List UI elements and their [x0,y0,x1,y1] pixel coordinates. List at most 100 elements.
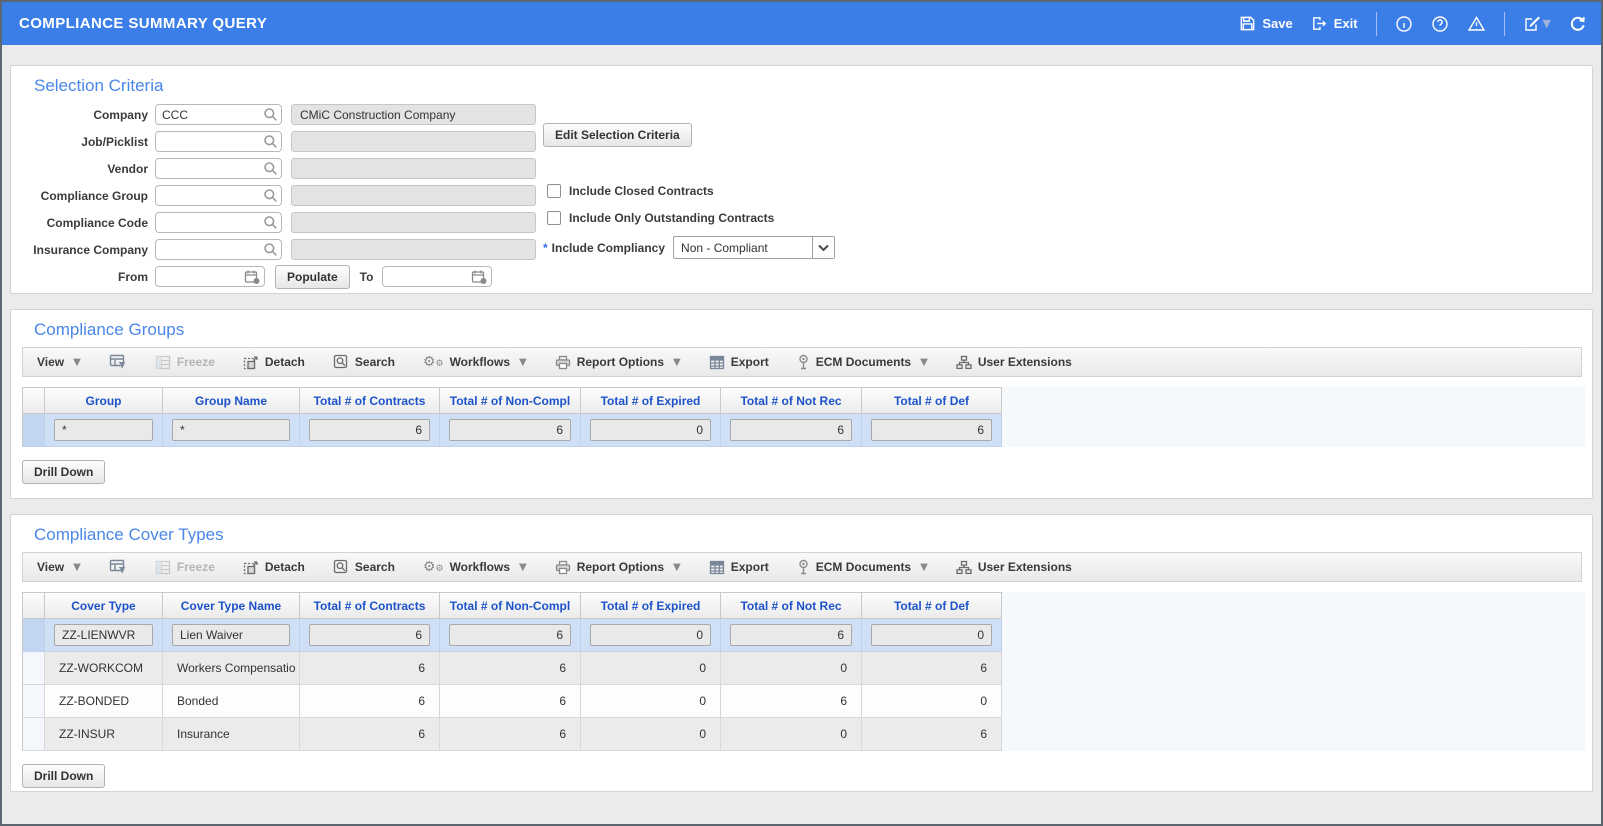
cell-field[interactable]: 6 [730,624,852,646]
query-by-example-button[interactable] [109,354,127,370]
cell-field[interactable]: 6 [871,419,992,441]
export-button[interactable]: Export [709,560,769,575]
table-cell: * [45,414,163,446]
search-icon[interactable] [263,107,278,122]
row-selector-cell[interactable] [23,718,45,750]
detach-button[interactable]: Detach [243,560,305,575]
row-selector-cell[interactable] [23,685,45,717]
table-cell: 6 [862,652,1002,684]
include-closed-contracts-checkbox[interactable] [547,184,561,198]
include-only-outstanding-contracts-checkbox[interactable] [547,211,561,225]
query-by-example-button[interactable] [109,559,127,575]
table-row[interactable]: ZZ-BONDED Bonded 6 6 0 6 0 [23,685,1002,718]
search-button[interactable]: Search [333,354,395,370]
table-cell: 0 [581,685,721,717]
table-header-row: Group Group Name Total # of Contracts Total… [23,387,1002,414]
cell-field[interactable]: 0 [590,419,711,441]
warning-icon[interactable] [1467,15,1486,33]
populate-button[interactable]: Populate [275,264,350,289]
ecm-documents-menu[interactable]: ECM Documents ▼ [797,354,928,370]
cell-field[interactable]: 6 [449,419,571,441]
cell-field[interactable]: 6 [730,419,852,441]
help-icon[interactable] [1431,15,1449,33]
export-button[interactable]: Export [709,355,769,370]
cell-field[interactable]: 0 [871,624,992,646]
column-header[interactable]: Total # of Contracts [300,387,440,414]
cell-field[interactable]: 6 [449,624,571,646]
groups-drill-down-button[interactable]: Drill Down [22,460,106,484]
row-selector-cell[interactable] [23,652,45,684]
readonly-description-field [291,239,536,260]
column-header[interactable]: Total # of Expired [581,592,721,619]
chevron-down-icon: ▼ [73,561,81,573]
refresh-icon[interactable] [1569,15,1587,33]
edit-menu-button[interactable]: ▼ [1523,15,1551,33]
column-header[interactable]: Group [45,387,163,414]
cell-field[interactable]: 6 [309,624,430,646]
report-options-menu[interactable]: Report Options ▼ [555,560,681,575]
cell-field[interactable]: 6 [309,419,430,441]
export-table-icon [709,560,725,575]
table-row[interactable]: ZZ-WORKCOM Workers Compensatio 6 6 0 0 6 [23,652,1002,685]
calendar-icon[interactable] [471,269,488,285]
table-row[interactable]: ZZ-INSUR Insurance 6 6 0 0 6 [23,718,1002,751]
table-cell: ZZ-WORKCOM [45,652,163,684]
compliance-groups-toolbar: View ▼ Freeze Detach Search ⚙⚙ Workflows ▼ Repor… [22,347,1582,377]
row-selector-cell[interactable] [23,414,45,446]
edit-note-icon [1523,15,1541,33]
field-label: Compliance Group [40,188,148,203]
column-header[interactable]: Total # of Def [862,592,1002,619]
include-compliancy-select[interactable]: Non - Compliant [673,236,836,259]
user-extensions-button[interactable]: User Extensions [956,355,1072,370]
cell-field[interactable]: * [54,419,153,441]
header-selector-cell [23,592,45,619]
chevron-down-icon: ▼ [519,561,527,573]
view-menu[interactable]: View ▼ [37,560,81,574]
search-icon[interactable] [263,215,278,230]
lov-field [155,239,282,260]
cell-field[interactable]: ZZ-LIENWVR [54,624,153,646]
column-header[interactable]: Cover Type Name [163,592,300,619]
user-extensions-label: User Extensions [977,560,1072,574]
chevron-down-icon: ▼ [73,356,81,368]
column-header[interactable]: Total # of Expired [581,387,721,414]
row-selector-cell[interactable] [23,619,45,651]
table-row[interactable]: * * 6 6 0 6 6 [23,414,1002,447]
exit-button[interactable]: Exit [1311,15,1358,32]
cell-field[interactable]: 0 [590,624,711,646]
column-header[interactable]: Total # of Def [862,387,1002,414]
search-icon[interactable] [263,242,278,257]
ecm-documents-menu[interactable]: ECM Documents ▼ [797,559,928,575]
table-cell: 6 [300,718,440,750]
cover-types-drill-down-button[interactable]: Drill Down [22,764,106,788]
column-header[interactable]: Total # of Non-Compl [440,387,581,414]
save-button[interactable]: Save [1239,15,1293,32]
column-header[interactable]: Cover Type [45,592,163,619]
column-header[interactable]: Group Name [163,387,300,414]
cell-field[interactable]: * [172,419,290,441]
cell-field[interactable]: Lien Waiver [172,624,290,646]
report-options-menu[interactable]: Report Options ▼ [555,355,681,370]
table-cell: Lien Waiver [163,619,300,651]
edit-selection-criteria-button[interactable]: Edit Selection Criteria [543,123,692,147]
user-extensions-button[interactable]: User Extensions [956,560,1072,575]
search-icon[interactable] [263,134,278,149]
view-menu[interactable]: View ▼ [37,355,81,369]
column-header[interactable]: Total # of Not Rec [721,592,862,619]
info-icon[interactable] [1395,15,1413,33]
detach-button[interactable]: Detach [243,355,305,370]
column-header[interactable]: Total # of Contracts [300,592,440,619]
table-cell: 0 [721,652,862,684]
column-header[interactable]: Total # of Non-Compl [440,592,581,619]
lov-field [155,158,282,179]
column-header[interactable]: Total # of Not Rec [721,387,862,414]
workflows-menu[interactable]: ⚙⚙ Workflows ▼ [423,560,527,574]
pin-icon [797,559,810,575]
search-button[interactable]: Search [333,559,395,575]
exit-label: Exit [1333,16,1358,31]
workflows-menu[interactable]: ⚙⚙ Workflows ▼ [423,355,527,369]
search-icon[interactable] [263,188,278,203]
table-row[interactable]: ZZ-LIENWVR Lien Waiver 6 6 0 6 0 [23,619,1002,652]
calendar-icon[interactable] [244,269,261,285]
search-icon[interactable] [263,161,278,176]
